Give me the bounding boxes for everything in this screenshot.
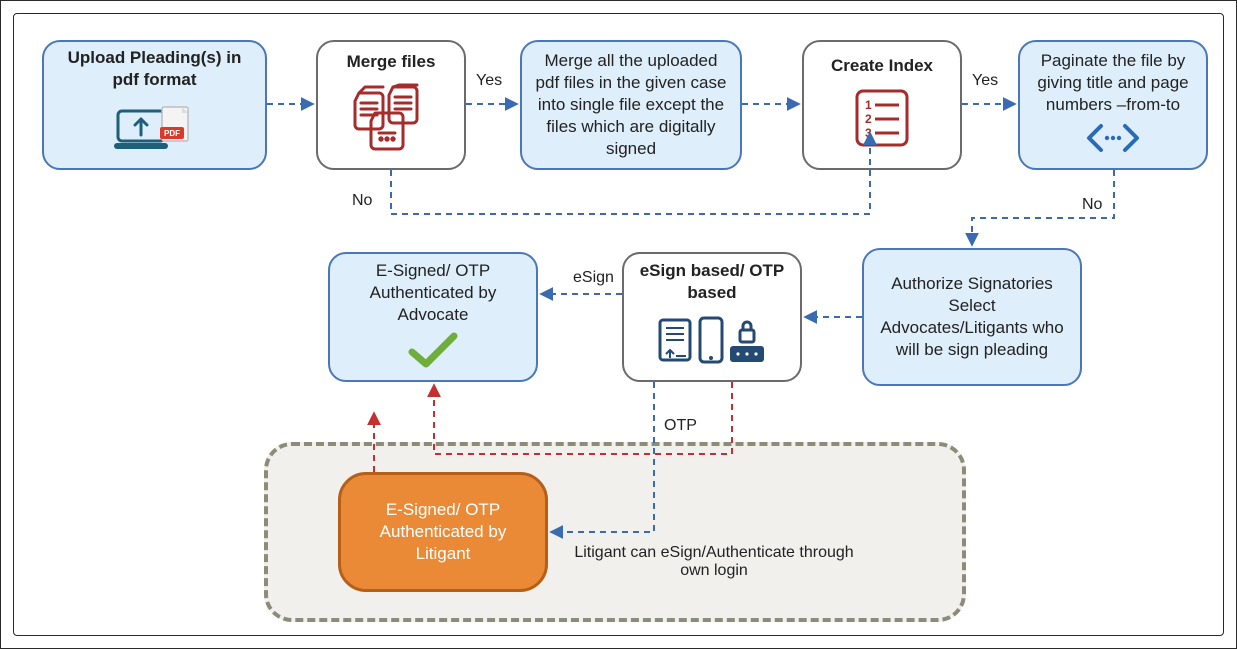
node-merge-desc: Merge all the uploaded pdf files in the …: [520, 40, 742, 170]
node-index: Create Index 1 2 3: [802, 40, 962, 170]
node-paginate: Paginate the file by giving title and pa…: [1018, 40, 1208, 170]
node-advocate-text: E-Signed/ OTP Authenticated by Advocate: [342, 260, 524, 326]
paginate-code-icon: [1083, 122, 1143, 160]
label-yes-1: Yes: [476, 72, 502, 90]
node-merge-title: Merge files: [347, 51, 436, 73]
svg-text:PDF: PDF: [164, 129, 180, 138]
merge-files-icon: [353, 83, 429, 159]
checkmark-icon: [408, 332, 458, 374]
node-authorize: Authorize Signatories Select Advocates/L…: [862, 248, 1082, 386]
label-esign: eSign: [573, 269, 614, 287]
svg-text:1: 1: [865, 98, 872, 112]
label-no-1: No: [352, 192, 372, 210]
node-upload-title: Upload Pleading(s) in pdf format: [56, 47, 253, 91]
label-zone: Litigant can eSign/Authenticate through …: [574, 544, 854, 580]
label-yes-2: Yes: [972, 72, 998, 90]
node-merge: Merge files: [316, 40, 466, 170]
esign-otp-icon: [656, 314, 768, 374]
node-paginate-text: Paginate the file by giving title and pa…: [1032, 50, 1194, 116]
upload-pdf-icon: PDF: [114, 101, 196, 163]
node-upload: Upload Pleading(s) in pdf format PDF: [42, 40, 267, 170]
node-esign: eSign based/ OTP based: [622, 252, 802, 382]
label-otp: OTP: [664, 417, 697, 435]
svg-text:3: 3: [865, 126, 872, 140]
node-index-title: Create Index: [831, 55, 933, 77]
node-litigant-text: E-Signed/ OTP Authenticated by Litigant: [353, 499, 533, 565]
label-no-2: No: [1082, 196, 1102, 214]
node-advocate: E-Signed/ OTP Authenticated by Advocate: [328, 252, 538, 382]
svg-text:2: 2: [865, 112, 872, 126]
node-authorize-text: Authorize Signatories Select Advocates/L…: [876, 273, 1068, 361]
index-list-icon: 1 2 3: [851, 87, 913, 155]
node-merge-desc-text: Merge all the uploaded pdf files in the …: [534, 50, 728, 160]
node-esign-title: eSign based/ OTP based: [636, 260, 788, 304]
node-litigant: E-Signed/ OTP Authenticated by Litigant: [338, 472, 548, 592]
